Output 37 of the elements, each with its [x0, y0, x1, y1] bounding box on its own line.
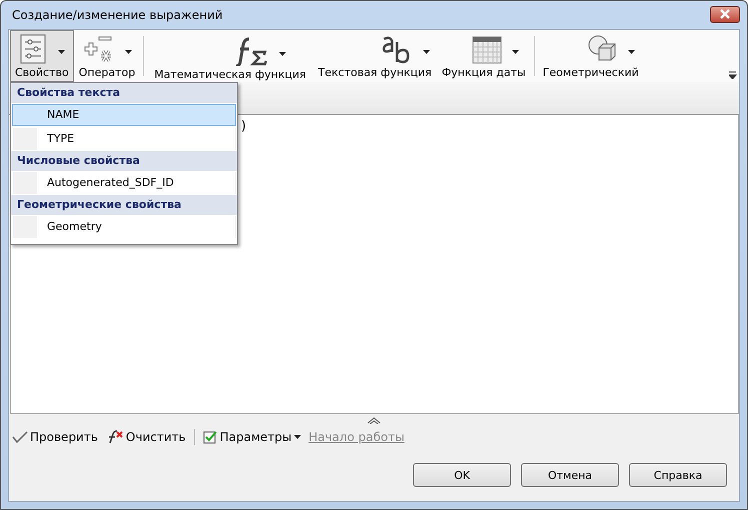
caret-icon: [294, 435, 301, 439]
toolbar-button[interactable]: Геометрический: [538, 30, 644, 82]
toolbar-button[interactable]: Текстовая функция: [313, 30, 437, 82]
caret-icon: [628, 50, 636, 54]
caret-icon: [423, 50, 430, 54]
toolbar-button[interactable]: Математическая функция: [147, 30, 314, 82]
caret-icon: [58, 50, 66, 54]
toolbar-button[interactable]: Функция даты: [436, 30, 531, 82]
dialog-button[interactable]: Отмена: [521, 463, 619, 487]
function-sigma-icon: [234, 36, 269, 66]
expand-chevron-icon[interactable]: [367, 416, 381, 424]
caret-icon: [512, 50, 520, 54]
dialog-button[interactable]: Справка: [629, 463, 727, 487]
close-icon: [718, 9, 732, 19]
group-header: Свойства текста: [11, 83, 237, 103]
checkmark-icon: [12, 431, 28, 443]
checkbox-icon: [202, 430, 218, 444]
caret-icon: [125, 50, 132, 54]
calendar-icon: [472, 34, 502, 64]
window-title: Создание/изменение выражений: [11, 8, 223, 22]
verify-button[interactable]: Проверить: [12, 430, 98, 444]
property-item[interactable]: Geometry: [12, 216, 236, 238]
toolbar-button[interactable]: Оператор: [74, 30, 140, 82]
group-header: Числовые свойства: [11, 151, 237, 171]
expression-text: ): [241, 119, 246, 134]
overflow-icon[interactable]: [729, 71, 737, 79]
sliders-icon: [18, 34, 48, 64]
property-item[interactable]: NAME: [12, 104, 236, 126]
property-item[interactable]: Autogenerated_SDF_ID: [12, 172, 236, 194]
dialog-button[interactable]: OK: [413, 463, 511, 487]
group-header: Геометрические свойства: [11, 195, 237, 215]
toolbar-button[interactable]: Свойство: [10, 30, 74, 82]
caret-icon: [278, 52, 286, 56]
parameters-button[interactable]: Параметры: [202, 430, 301, 444]
property-item[interactable]: TYPE: [12, 128, 236, 150]
clear-button[interactable]: Очистить: [106, 430, 186, 444]
close-button[interactable]: [710, 6, 740, 22]
